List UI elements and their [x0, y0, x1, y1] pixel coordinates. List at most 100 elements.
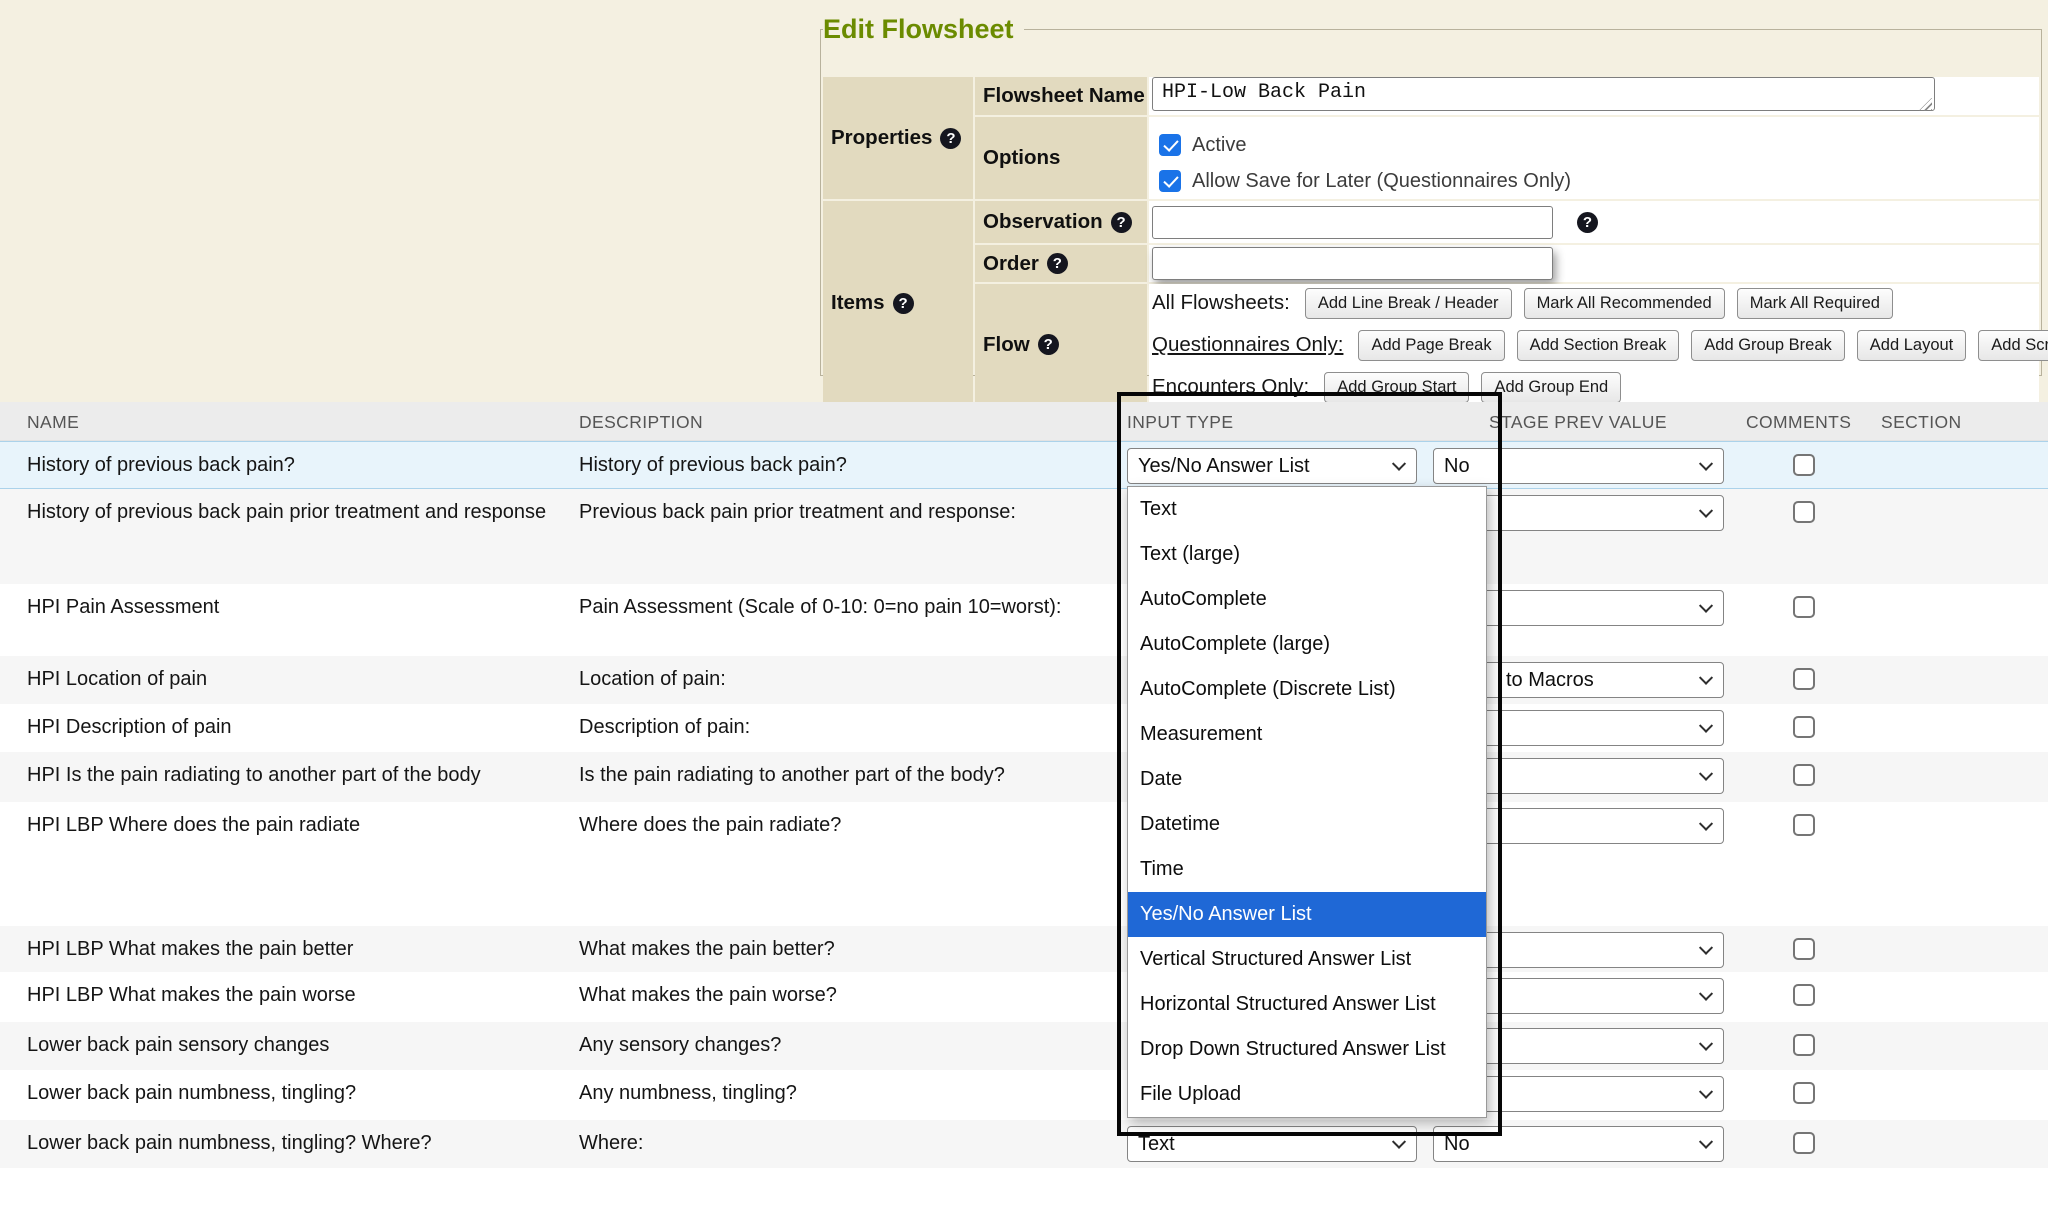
chevron-down-icon — [1699, 987, 1713, 1001]
comments-checkbox[interactable] — [1793, 1132, 1815, 1154]
input-type-select[interactable]: Text — [1127, 1126, 1417, 1162]
row-description: Where does the pain radiate? — [579, 812, 1079, 839]
chevron-down-icon — [1392, 1135, 1406, 1149]
comments-checkbox[interactable] — [1793, 984, 1815, 1006]
mark-all-recommended-button[interactable]: Mark All Recommended — [1524, 288, 1725, 319]
dropdown-option[interactable]: Text — [1128, 487, 1486, 532]
add-section-break-button[interactable]: Add Section Break — [1517, 330, 1680, 361]
row-name: HPI Is the pain radiating to another par… — [27, 762, 567, 789]
option-row: Active — [1159, 130, 1571, 160]
comments-checkbox[interactable] — [1793, 596, 1815, 618]
add-line-break-header-button[interactable]: Add Line Break / Header — [1305, 288, 1512, 319]
order-input[interactable] — [1152, 247, 1553, 280]
table-row[interactable]: Lower back pain numbness, tingling? Any … — [0, 1070, 2048, 1120]
add-group-break-button[interactable]: Add Group Break — [1691, 330, 1845, 361]
row-name: HPI Pain Assessment — [27, 594, 567, 621]
dropdown-option[interactable]: AutoComplete (large) — [1128, 622, 1486, 667]
properties-label-cell: Properties — [823, 77, 973, 199]
add-layout-button[interactable]: Add Layout — [1857, 330, 1966, 361]
table-row[interactable]: HPI Location of pain Location of pain: t… — [0, 656, 2048, 704]
table-row[interactable]: Lower back pain numbness, tingling? Wher… — [0, 1120, 2048, 1168]
order-label: Order — [975, 245, 1147, 282]
table-row[interactable]: HPI Description of pain Description of p… — [0, 704, 2048, 752]
dropdown-option[interactable]: Text (large) — [1128, 532, 1486, 577]
table-header-row: NAMEDESCRIPTIONINPUT TYPESTAGE PREV VALU… — [0, 402, 2048, 441]
dropdown-option[interactable]: Yes/No Answer List — [1128, 892, 1486, 937]
table-row[interactable]: HPI Is the pain radiating to another par… — [0, 752, 2048, 802]
input-type-select[interactable]: Yes/No Answer List — [1127, 448, 1417, 484]
dropdown-option[interactable]: Date — [1128, 757, 1486, 802]
option-checkbox[interactable] — [1159, 170, 1181, 192]
help-icon[interactable] — [1038, 334, 1059, 355]
dropdown-option[interactable]: Time — [1128, 847, 1486, 892]
comments-checkbox[interactable] — [1793, 454, 1815, 476]
help-icon[interactable] — [1047, 253, 1068, 274]
comments-checkbox[interactable] — [1793, 814, 1815, 836]
comments-checkbox[interactable] — [1793, 501, 1815, 523]
flowsheet-name-label: Flowsheet Name — [975, 77, 1147, 115]
flow-cell: All Flowsheets: Add Line Break / Header M… — [1149, 284, 2039, 405]
column-header-stage-prev-value: STAGE PREV VALUE — [1489, 412, 1667, 433]
dropdown-option[interactable]: AutoComplete (Discrete List) — [1128, 667, 1486, 712]
stage-prev-value-select[interactable]: No — [1433, 448, 1724, 484]
table-row[interactable]: HPI LBP Where does the pain radiate Wher… — [0, 802, 2048, 926]
table-row[interactable]: HPI LBP What makes the pain better What … — [0, 926, 2048, 972]
edit-flowsheet-panel: Edit Flowsheet Properties Flowsheet Name… — [820, 14, 2042, 376]
row-description: Description of pain: — [579, 714, 1079, 741]
help-icon[interactable] — [1111, 212, 1132, 233]
flow-group: Questionnaires Only: Add Page BreakAdd S… — [1152, 329, 2039, 361]
row-description: Is the pain radiating to another part of… — [579, 762, 1079, 789]
page: Edit Flowsheet Properties Flowsheet Name… — [0, 0, 2048, 1217]
properties-label: Properties — [831, 126, 932, 150]
flowsheet-name-input[interactable]: HPI-Low Back Pain — [1152, 77, 1935, 111]
table-row[interactable]: Lower back pain sensory changes Any sens… — [0, 1022, 2048, 1070]
flow-label: Flow — [975, 284, 1147, 405]
chevron-down-icon — [1699, 767, 1713, 781]
order-cell — [1149, 245, 2039, 282]
table-row[interactable]: History of previous back pain prior trea… — [0, 489, 2048, 584]
comments-checkbox[interactable] — [1793, 668, 1815, 690]
table-row[interactable]: HPI Pain Assessment Pain Assessment (Sca… — [0, 584, 2048, 656]
mark-all-required-button[interactable]: Mark All Required — [1737, 288, 1893, 319]
comments-checkbox[interactable] — [1793, 716, 1815, 738]
add-group-end-button[interactable]: Add Group End — [1481, 372, 1621, 403]
dropdown-option[interactable]: Vertical Structured Answer List — [1128, 937, 1486, 982]
dropdown-option[interactable]: Drop Down Structured Answer List — [1128, 1027, 1486, 1072]
options-cell: Active Allow Save for Later (Questionnai… — [1149, 117, 2039, 199]
chevron-down-icon — [1699, 719, 1713, 733]
chevron-down-icon — [1699, 1135, 1713, 1149]
option-label: Allow Save for Later (Questionnaires Onl… — [1192, 170, 1571, 193]
dropdown-option[interactable]: Horizontal Structured Answer List — [1128, 982, 1486, 1027]
table-row[interactable]: HPI LBP What makes the pain worse What m… — [0, 972, 2048, 1022]
comments-checkbox[interactable] — [1793, 764, 1815, 786]
chevron-down-icon — [1392, 457, 1406, 471]
comments-checkbox[interactable] — [1793, 938, 1815, 960]
observation-input[interactable] — [1152, 206, 1553, 239]
dropdown-option[interactable]: File Upload — [1128, 1072, 1486, 1117]
row-description: What makes the pain worse? — [579, 982, 1079, 1009]
flow-group-label: Encounters Only: — [1152, 375, 1309, 399]
dropdown-option[interactable]: AutoComplete — [1128, 577, 1486, 622]
comments-checkbox[interactable] — [1793, 1082, 1815, 1104]
option-checkbox[interactable] — [1159, 134, 1181, 156]
dropdown-option[interactable]: Datetime — [1128, 802, 1486, 847]
table-row[interactable]: History of previous back pain? History o… — [0, 441, 2048, 489]
dropdown-option[interactable]: Measurement — [1128, 712, 1486, 757]
row-description: History of previous back pain? — [579, 452, 1079, 479]
row-name: Lower back pain numbness, tingling? Wher… — [27, 1130, 567, 1157]
row-description: Any numbness, tingling? — [579, 1080, 1079, 1107]
add-group-start-button[interactable]: Add Group Start — [1324, 372, 1469, 403]
help-icon[interactable] — [893, 293, 914, 314]
items-label-cell: Items — [823, 201, 973, 405]
row-description: Location of pain: — [579, 666, 1079, 693]
row-description: Where: — [579, 1130, 1079, 1157]
add-scriptlet-button[interactable]: Add Scriptlet — [1978, 330, 2048, 361]
comments-checkbox[interactable] — [1793, 1034, 1815, 1056]
flow-group-label: All Flowsheets: — [1152, 291, 1290, 315]
help-icon[interactable] — [1577, 212, 1598, 233]
chevron-down-icon — [1699, 1085, 1713, 1099]
add-page-break-button[interactable]: Add Page Break — [1358, 330, 1504, 361]
stage-prev-value-select[interactable]: No — [1433, 1126, 1724, 1162]
help-icon[interactable] — [940, 128, 961, 149]
flow-group-buttons: Add Line Break / Header Mark All Recommen… — [1305, 288, 1893, 319]
